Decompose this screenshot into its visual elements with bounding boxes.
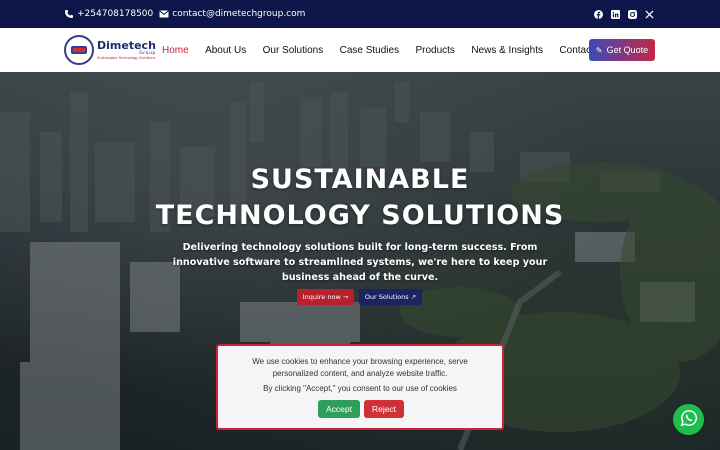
email-address: contact@dimetechgroup.com	[172, 9, 306, 19]
envelope-icon	[159, 9, 169, 19]
logo-name: Dimetech	[97, 38, 156, 52]
logo-tagline: Sustainable Technology Solutions	[97, 56, 156, 60]
cookie-banner: We use cookies to enhance your browsing …	[216, 344, 504, 430]
reject-button[interactable]: Reject	[364, 400, 404, 418]
whatsapp-button[interactable]	[673, 404, 704, 435]
whatsapp-icon	[680, 409, 698, 431]
phone-icon	[64, 9, 74, 19]
logo[interactable]: Dimetech Group Sustainable Technology So…	[64, 35, 156, 65]
logo-mark	[64, 35, 94, 65]
contact-info: +254708178500 contact@dimetechgroup.com	[64, 0, 311, 28]
instagram-icon[interactable]	[628, 9, 637, 19]
top-bar: +254708178500 contact@dimetechgroup.com	[0, 0, 720, 28]
phone-number: +254708178500	[77, 9, 154, 19]
accept-button[interactable]: Accept	[318, 400, 360, 418]
main-nav: Dimetech Group Sustainable Technology So…	[0, 28, 720, 72]
social-links	[586, 0, 654, 28]
linkedin-icon[interactable]	[611, 9, 620, 19]
inquire-now-button[interactable]: Inquire now →	[297, 289, 354, 305]
phone-link[interactable]: +254708178500	[64, 9, 153, 19]
nav-item-home[interactable]: Home	[162, 45, 189, 56]
get-quote-button[interactable]: ✎ Get Quote	[589, 39, 655, 61]
hero-title-line2: TECHNOLOGY SOLUTIONS	[155, 200, 565, 231]
cookie-text: We use cookies to enhance your browsing …	[252, 357, 468, 378]
get-quote-label: Get Quote	[606, 45, 649, 55]
nav-item-about-us[interactable]: About Us	[205, 45, 246, 56]
nav-item-case-studies[interactable]: Case Studies	[340, 45, 399, 56]
nav-item-products[interactable]: Products	[415, 45, 454, 56]
hero-subtitle: Delivering technology solutions built fo…	[172, 242, 548, 283]
email-link[interactable]: contact@dimetechgroup.com	[159, 9, 305, 19]
nav-item-news-insights[interactable]: News & Insights	[471, 45, 543, 56]
hero-title-line1: SUSTAINABLE	[250, 164, 470, 195]
x-icon[interactable]	[645, 9, 654, 19]
nav-item-our-solutions[interactable]: Our Solutions	[263, 45, 324, 56]
nav-menu: Home About Us Our Solutions Case Studies…	[162, 28, 610, 72]
facebook-icon[interactable]	[594, 9, 603, 19]
pencil-icon: ✎	[595, 45, 603, 55]
cookie-consent-text: By clicking "Accept," you consent to our…	[263, 384, 457, 393]
our-solutions-button[interactable]: Our Solutions ↗	[359, 289, 422, 305]
